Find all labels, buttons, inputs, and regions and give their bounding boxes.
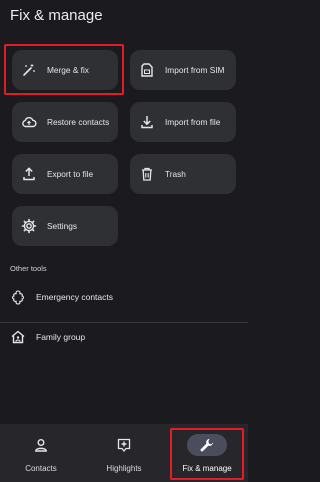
settings-button[interactable]: Settings [12, 206, 118, 246]
download-icon [139, 114, 155, 130]
sim-card-icon [139, 62, 155, 78]
emergency-icon [10, 289, 26, 305]
upload-icon [21, 166, 37, 182]
export-file-label: Export to file [47, 169, 94, 179]
highlights-icon [104, 434, 144, 456]
nav-highlights-label: Highlights [106, 464, 142, 473]
family-group-item[interactable]: Family group [0, 319, 248, 355]
trash-label: Trash [165, 169, 186, 179]
export-file-button[interactable]: Export to file [12, 154, 118, 194]
family-home-icon [10, 329, 26, 345]
trash-button[interactable]: Trash [130, 154, 236, 194]
settings-label: Settings [47, 221, 77, 231]
restore-contacts-button[interactable]: Restore contacts [12, 102, 118, 142]
merge-fix-highlight [4, 44, 124, 95]
gear-icon [21, 218, 37, 234]
emergency-contacts-item[interactable]: Emergency contacts [0, 279, 248, 315]
family-group-label: Family group [36, 332, 86, 342]
import-sim-label: Import from SIM [165, 65, 225, 75]
nav-contacts[interactable]: Contacts [0, 424, 82, 482]
nav-highlights[interactable]: Highlights [83, 424, 165, 482]
fix-manage-highlight [170, 428, 244, 480]
person-icon [21, 434, 61, 456]
other-tools-heading: Other tools [10, 264, 47, 273]
import-sim-button[interactable]: Import from SIM [130, 50, 236, 90]
restore-contacts-label: Restore contacts [47, 117, 110, 127]
import-file-label: Import from file [165, 117, 221, 127]
nav-contacts-label: Contacts [25, 464, 57, 473]
cloud-upload-icon [21, 114, 37, 130]
page-title: Fix & manage [10, 7, 103, 24]
import-file-button[interactable]: Import from file [130, 102, 236, 142]
trash-icon [139, 166, 155, 182]
emergency-contacts-label: Emergency contacts [36, 292, 114, 302]
